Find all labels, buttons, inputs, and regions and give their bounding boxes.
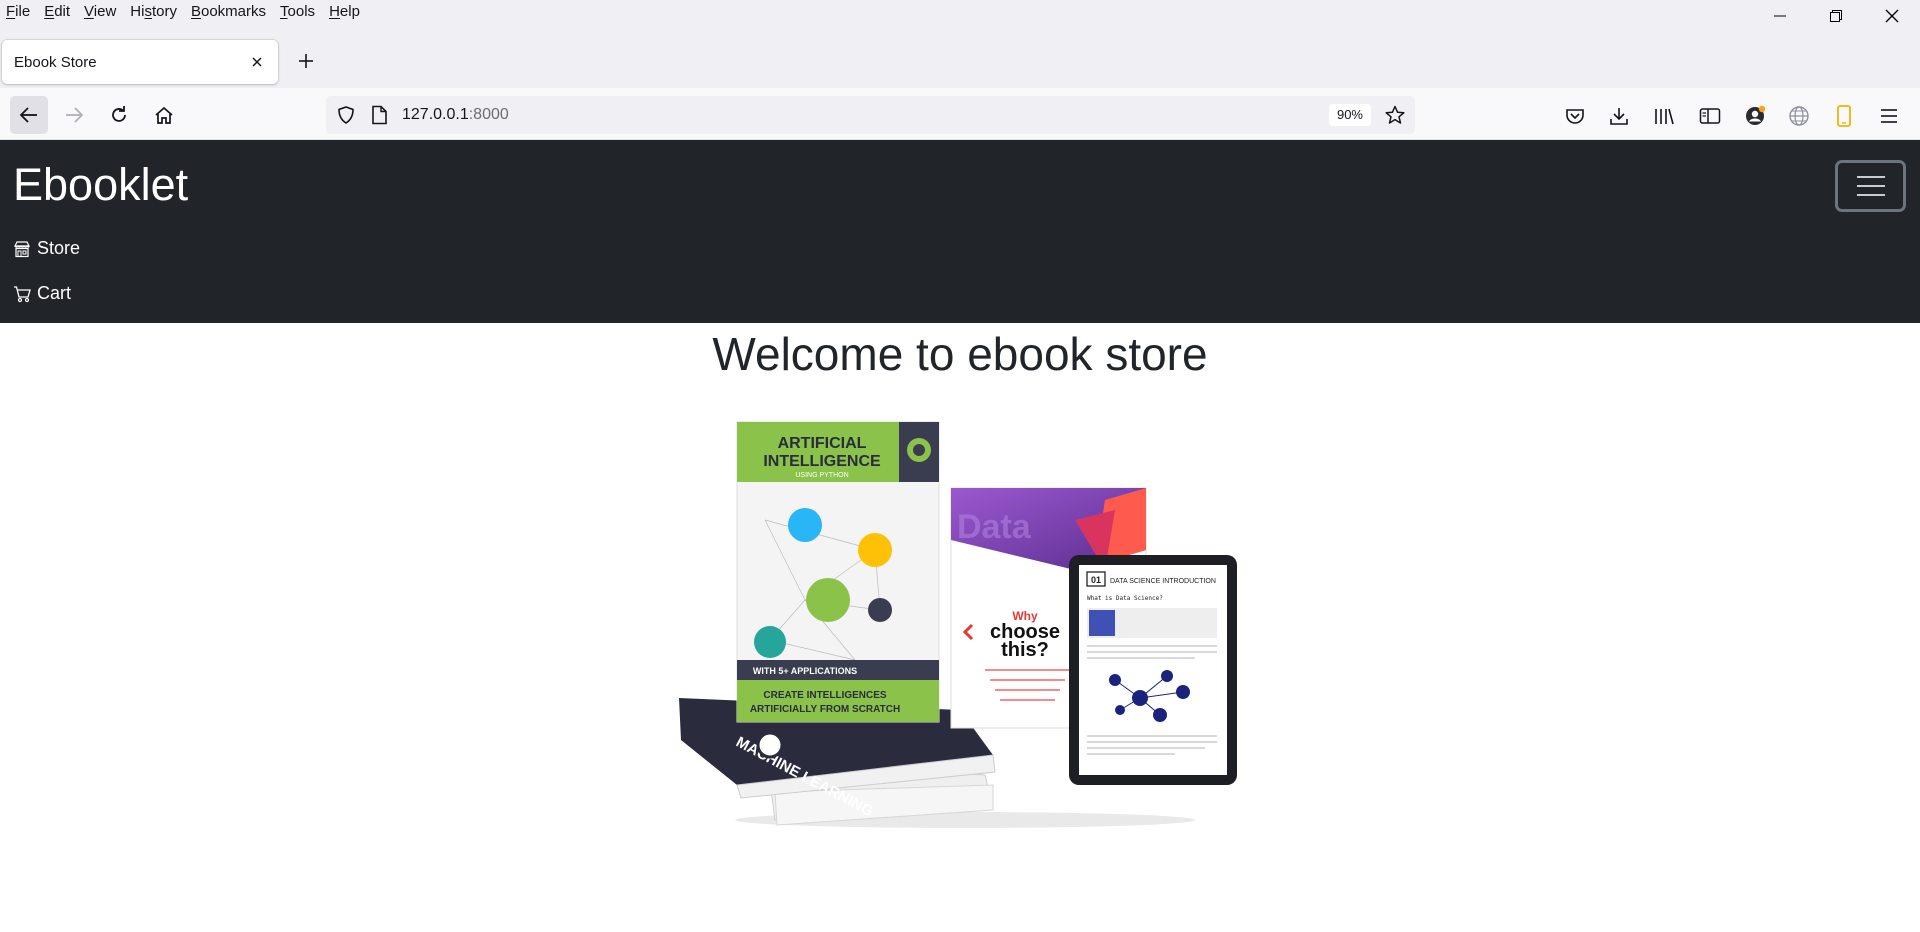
back-button[interactable] xyxy=(10,96,48,134)
account-icon[interactable] xyxy=(1744,105,1766,127)
tab-ebook-store[interactable]: Ebook Store xyxy=(2,40,278,84)
home-icon xyxy=(155,106,173,124)
phone-icon[interactable] xyxy=(1833,105,1855,127)
arrow-right-icon xyxy=(66,107,84,123)
why-line3: this? xyxy=(1001,639,1049,661)
book-title-line1: ARTIFICIAL xyxy=(778,435,867,452)
home-button[interactable] xyxy=(145,96,183,134)
hero-books-image: MACHINE LEARNING ARTIFICIAL INTELLIGENCE… xyxy=(679,421,1237,828)
shield-icon[interactable] xyxy=(336,105,356,130)
forward-button[interactable] xyxy=(55,96,93,134)
globe-icon[interactable] xyxy=(1788,105,1810,127)
reload-icon xyxy=(112,106,126,122)
menu-tools[interactable]: Tools xyxy=(273,0,322,24)
pocket-icon[interactable] xyxy=(1564,105,1586,127)
bookmark-star-icon[interactable] xyxy=(1385,105,1405,130)
data-word: Data xyxy=(957,508,1032,546)
menu-history[interactable]: History xyxy=(123,0,184,24)
menu-bar: File Edit View History Bookmarks Tools H… xyxy=(0,0,1920,24)
tablet-device: 01 DATA SCIENCE INTRODUCTION What is Dat… xyxy=(1069,555,1237,785)
url-host: 127.0.0.1 xyxy=(402,106,469,123)
tab-close-button[interactable] xyxy=(246,51,268,73)
minimize-icon xyxy=(1774,15,1786,17)
book-badge: WITH 5+ APPLICATIONS xyxy=(753,666,857,676)
menu-edit[interactable]: Edit xyxy=(37,0,77,24)
url-text[interactable]: 127.0.0.1:8000 xyxy=(402,96,509,134)
hamburger-menu-icon[interactable] xyxy=(1878,105,1900,127)
close-icon xyxy=(1885,9,1899,23)
book-title-line2: INTELLIGENCE xyxy=(763,453,881,470)
book-footer1: CREATE INTELLIGENCES xyxy=(763,690,886,701)
page-heading: Welcome to ebook store xyxy=(712,328,1208,380)
book-subtitle: USING PYTHON xyxy=(795,472,848,479)
cart-icon xyxy=(13,284,33,304)
restore-icon xyxy=(1830,10,1842,22)
url-bar[interactable]: 127.0.0.1:8000 90% xyxy=(326,96,1415,134)
book-footer2: ARTIFICIALLY FROM SCRATCH xyxy=(750,704,900,715)
menu-help[interactable]: Help xyxy=(322,0,367,24)
ai-book-cover: ARTIFICIAL INTELLIGENCE USING PYTHON WIT… xyxy=(736,421,940,723)
sidebar-icon[interactable] xyxy=(1699,105,1721,127)
nav-link-store-label: Store xyxy=(37,238,81,258)
shop-icon xyxy=(13,239,33,259)
tab-strip-bg: Ebook Store xyxy=(0,24,1920,88)
plus-icon xyxy=(299,54,313,68)
tablet-number: 01 xyxy=(1091,575,1101,585)
nav-toolbar: 127.0.0.1:8000 90% xyxy=(0,88,1920,140)
page-info-icon[interactable] xyxy=(370,105,388,130)
menu-bookmarks[interactable]: Bookmarks xyxy=(184,0,273,24)
arrow-left-icon xyxy=(19,107,37,123)
new-tab-button[interactable] xyxy=(295,50,317,72)
site-navbar: Ebooklet Store Cart xyxy=(0,140,1920,323)
nav-link-cart-label: Cart xyxy=(37,283,72,303)
menu-view[interactable]: View xyxy=(77,0,123,24)
tab-title: Ebook Store xyxy=(14,53,97,71)
library-icon[interactable] xyxy=(1653,105,1675,127)
downloads-icon[interactable] xyxy=(1608,105,1630,127)
reload-button[interactable] xyxy=(100,96,138,134)
url-port: :8000 xyxy=(468,106,509,123)
hamburger-icon xyxy=(1856,176,1885,196)
menu-file[interactable]: File xyxy=(0,0,37,24)
tablet-question: What is Data Science? xyxy=(1087,595,1163,602)
navbar-toggler-button[interactable] xyxy=(1835,160,1906,212)
zoom-badge[interactable]: 90% xyxy=(1328,104,1371,126)
nav-link-cart[interactable]: Cart xyxy=(13,283,71,304)
close-icon xyxy=(252,57,262,67)
site-brand[interactable]: Ebooklet xyxy=(13,160,188,210)
nav-link-store[interactable]: Store xyxy=(13,238,80,259)
tablet-title: DATA SCIENCE INTRODUCTION xyxy=(1110,578,1216,585)
